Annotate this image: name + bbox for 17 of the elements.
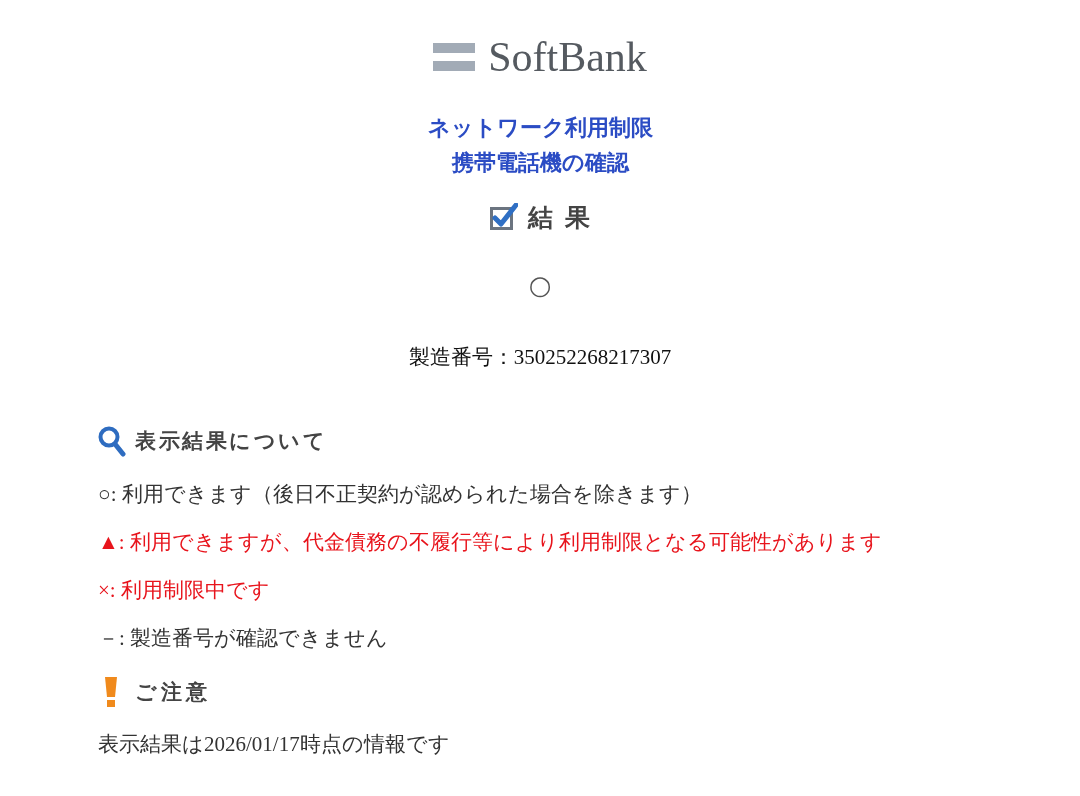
serial-number: 製造番号：350252268217307 <box>408 344 672 371</box>
notice-text: 表示結果は2026/01/17時点の情報です <box>98 731 450 758</box>
checkbox-icon <box>490 203 519 231</box>
double-bar-icon <box>433 43 476 71</box>
notice-heading: ご注意 <box>135 679 212 705</box>
page-title: 携帯電話機の確認 <box>451 149 629 177</box>
logo-text: SoftBank <box>488 37 647 77</box>
legend-item: ×: 利用制限中です <box>98 577 270 604</box>
result-mark: ○ <box>528 270 552 300</box>
legend-item: －: 製造番号が確認できません <box>98 625 389 652</box>
page-title: ネットワーク利用制限 <box>427 114 653 142</box>
legend-item: ▲: 利用できますが、代金債務の不履行等により利用制限となる可能性があります <box>98 529 882 556</box>
result-heading: 結果 <box>528 202 601 233</box>
legend-heading: 表示結果について <box>135 428 328 454</box>
exclamation-icon <box>104 677 118 707</box>
legend-item: ○: 利用できます（後日不正契約が認められた場合を除きます） <box>98 481 702 508</box>
search-icon <box>98 425 126 457</box>
